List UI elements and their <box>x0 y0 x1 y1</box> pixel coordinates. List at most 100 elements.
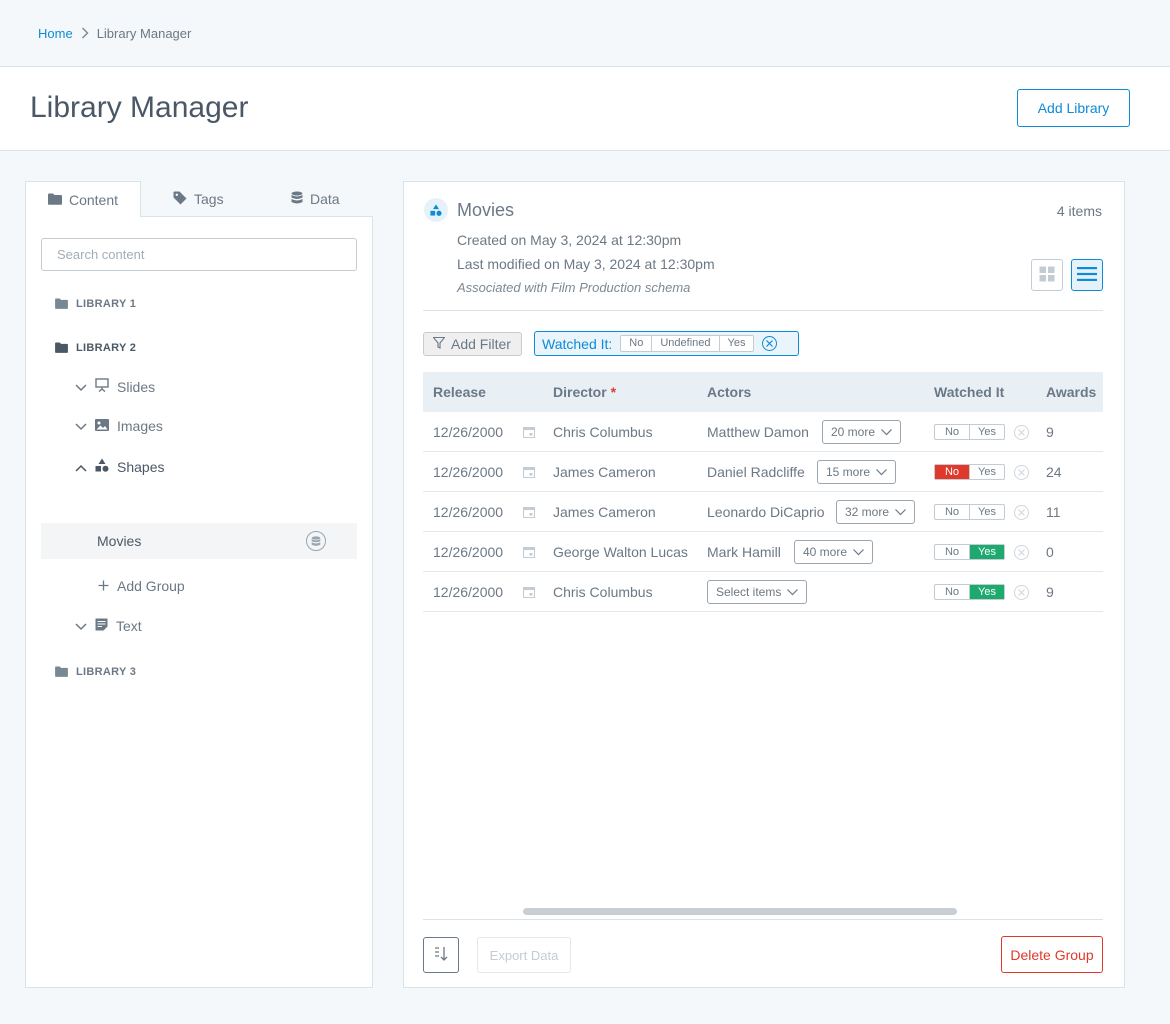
delete-group-button[interactable]: Delete Group <box>1001 936 1103 973</box>
watched-no-option[interactable]: No <box>935 505 970 519</box>
release-date[interactable]: 12/26/2000 <box>433 464 503 480</box>
folder-icon <box>47 192 62 208</box>
item-count: 4 items <box>1056 203 1102 219</box>
tab-content[interactable]: Content <box>25 181 141 217</box>
add-filter-label: Add Filter <box>451 336 511 352</box>
tab-data[interactable]: Data <box>291 181 340 217</box>
export-data-button[interactable]: Export Data <box>477 937 571 973</box>
column-header-director[interactable]: Director * <box>553 384 616 400</box>
awards-count: 24 <box>1046 464 1062 480</box>
actors-dropdown[interactable]: Select items <box>707 580 808 604</box>
search-content-input[interactable] <box>41 238 357 271</box>
sort-button[interactable] <box>423 937 459 973</box>
group-detail-panel: Movies 4 items Created on May 3, 2024 at… <box>403 181 1125 988</box>
watched-no-option[interactable]: No <box>935 585 970 599</box>
add-group-button[interactable]: Add Group <box>98 578 185 594</box>
chevron-up-icon[interactable] <box>75 459 87 475</box>
chevron-down-icon <box>881 425 892 439</box>
watched-yes-option[interactable]: Yes <box>970 505 1004 519</box>
watched-no-option[interactable]: No <box>935 545 970 559</box>
list-icon <box>1077 266 1097 285</box>
watched-no-option[interactable]: No <box>935 465 970 479</box>
release-date[interactable]: 12/26/2000 <box>433 584 503 600</box>
filter-option-no[interactable]: No <box>621 336 651 351</box>
filter-option-yes[interactable]: Yes <box>718 336 754 351</box>
table-row: 12/26/2000 James Cameron Daniel Radcliffe 1… <box>423 452 1103 492</box>
actors-dropdown[interactable]: 32 more <box>836 500 916 524</box>
clear-icon[interactable] <box>1014 465 1029 480</box>
add-group-label: Add Group <box>117 578 185 594</box>
watched-filter-chip: Watched It: No Undefined Yes <box>534 331 799 356</box>
tree-library-2[interactable]: LIBRARY 2 <box>55 340 136 356</box>
clear-icon[interactable] <box>1014 545 1029 560</box>
add-filter-button[interactable]: Add Filter <box>423 332 522 356</box>
tree-node-slides[interactable]: Slides <box>75 378 155 395</box>
tree-library-3[interactable]: LIBRARY 3 <box>55 664 136 680</box>
tag-icon <box>173 191 187 208</box>
watched-yes-option[interactable]: Yes <box>970 465 1004 479</box>
calendar-icon[interactable] <box>523 505 535 521</box>
release-date[interactable]: 12/26/2000 <box>433 504 503 520</box>
plus-icon <box>98 578 109 594</box>
watched-no-option[interactable]: No <box>935 425 970 439</box>
director-name: Chris Columbus <box>553 424 653 440</box>
director-name: James Cameron <box>553 464 656 480</box>
tree-node-label: Text <box>116 618 142 634</box>
clear-icon[interactable] <box>1014 505 1029 520</box>
shapes-icon <box>424 198 448 222</box>
table-row: 12/26/2000 James Cameron Leonardo DiCaprio… <box>423 492 1103 532</box>
tab-tags[interactable]: Tags <box>173 181 224 217</box>
chevron-down-icon <box>787 585 799 599</box>
page-header: Library Manager Add Library <box>0 67 1170 151</box>
actors-dropdown[interactable]: 20 more <box>822 420 902 444</box>
watched-toggle: No Yes <box>934 584 1005 600</box>
awards-count: 11 <box>1046 504 1061 520</box>
grid-view-button[interactable] <box>1031 259 1063 291</box>
calendar-icon[interactable] <box>523 425 535 441</box>
tree-node-movies[interactable]: Movies <box>41 523 357 559</box>
tree-node-images[interactable]: Images <box>75 418 163 434</box>
table-body: 12/26/2000 Chris Columbus Matthew Damon 20 … <box>423 412 1103 612</box>
actors-dropdown[interactable]: 15 more <box>817 460 897 484</box>
add-library-button[interactable]: Add Library <box>1017 89 1130 127</box>
divider <box>423 919 1103 920</box>
breadcrumb-home-link[interactable]: Home <box>38 26 73 41</box>
actors-dropdown[interactable]: 40 more <box>794 540 874 564</box>
watched-toggle: No Yes <box>934 544 1005 560</box>
filter-icon <box>432 336 446 352</box>
tab-tags-label: Tags <box>194 191 224 207</box>
filter-option-undefined[interactable]: Undefined <box>651 336 718 351</box>
calendar-icon[interactable] <box>523 585 535 601</box>
close-icon[interactable] <box>762 336 778 351</box>
column-header-watched[interactable]: Watched It <box>934 384 1004 400</box>
clear-icon[interactable] <box>1014 425 1029 440</box>
horizontal-scrollbar[interactable] <box>523 908 957 915</box>
chevron-down-icon[interactable] <box>75 618 87 634</box>
grid-icon <box>1039 266 1055 285</box>
actors-dropdown-label: 15 more <box>826 465 871 479</box>
actor-name: Leonardo DiCaprio <box>707 504 825 520</box>
release-date[interactable]: 12/26/2000 <box>433 544 503 560</box>
clear-icon[interactable] <box>1014 585 1029 600</box>
director-name: Chris Columbus <box>553 584 653 600</box>
calendar-icon[interactable] <box>523 545 535 561</box>
actors-dropdown-label: 32 more <box>845 505 890 519</box>
movies-table: Release Director * Actors Watched It Awa… <box>423 372 1103 612</box>
watched-yes-option[interactable]: Yes <box>970 585 1004 599</box>
list-view-button[interactable] <box>1071 259 1103 291</box>
watched-yes-option[interactable]: Yes <box>970 545 1004 559</box>
tree-node-shapes[interactable]: Shapes <box>75 458 164 475</box>
chevron-down-icon[interactable] <box>75 418 87 434</box>
release-date[interactable]: 12/26/2000 <box>433 424 503 440</box>
calendar-icon[interactable] <box>523 465 535 481</box>
tree-library-1[interactable]: LIBRARY 1 <box>55 296 136 312</box>
divider <box>423 310 1103 311</box>
tree-node-text[interactable]: Text <box>75 618 142 634</box>
column-header-awards[interactable]: Awards <box>1046 384 1096 400</box>
column-header-actors[interactable]: Actors <box>707 384 751 400</box>
watched-yes-option[interactable]: Yes <box>970 425 1004 439</box>
library-label: LIBRARY 3 <box>76 666 137 678</box>
chevron-down-icon[interactable] <box>75 379 87 395</box>
chevron-down-icon <box>853 545 864 559</box>
column-header-release[interactable]: Release <box>433 384 486 400</box>
